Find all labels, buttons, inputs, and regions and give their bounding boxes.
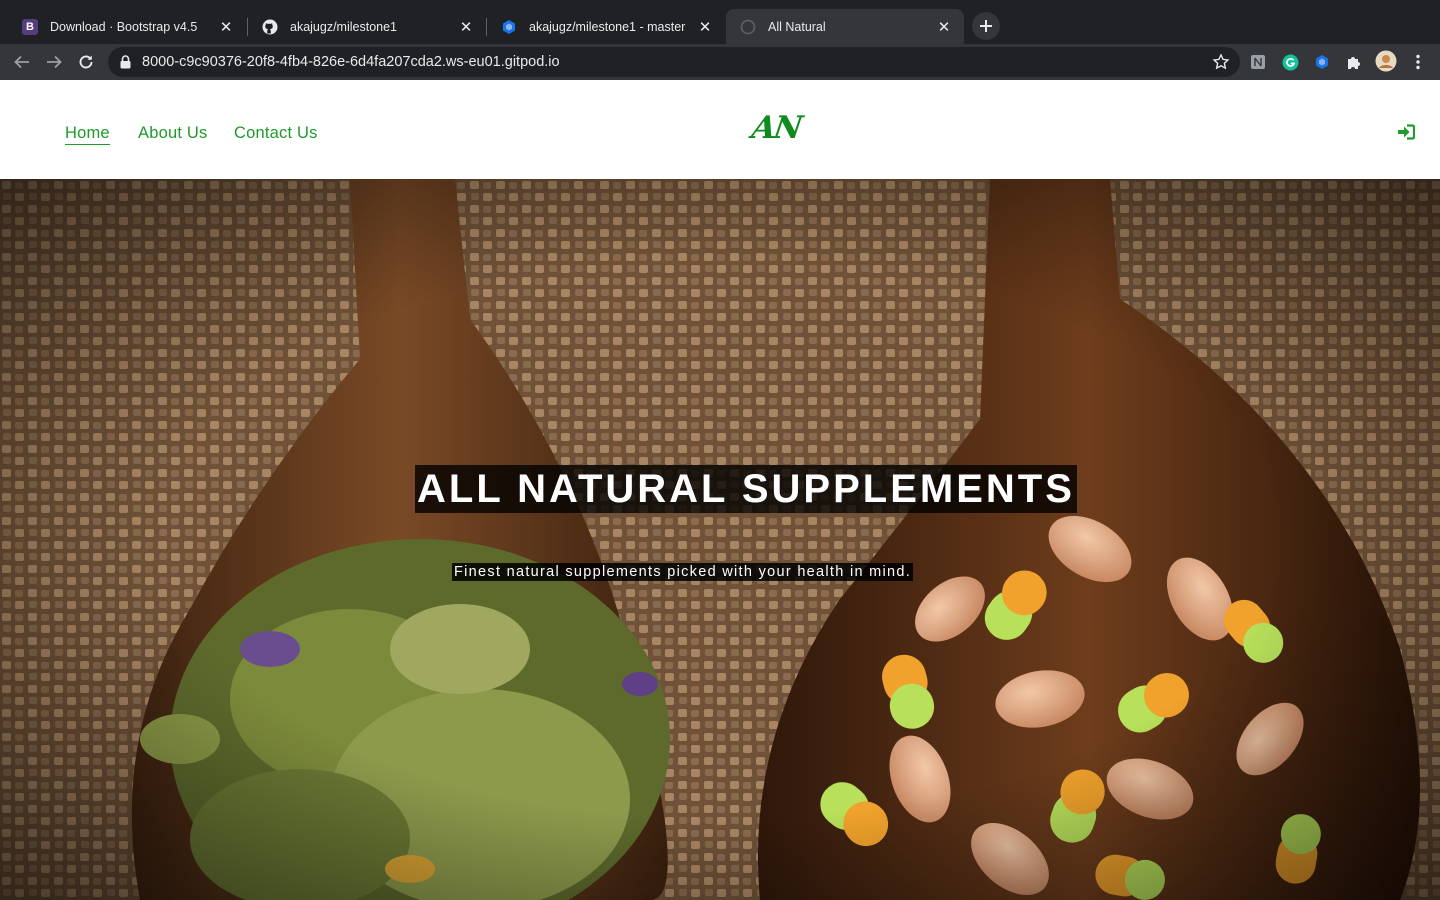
extensions-puzzle-icon[interactable] [1345, 53, 1363, 71]
gitpod-icon [501, 19, 517, 35]
kebab-menu-icon [1416, 54, 1420, 70]
hero-section: ALL NATURAL SUPPLEMENTS Finest natural s… [0, 179, 1440, 900]
profile-avatar[interactable] [1375, 50, 1397, 72]
arrow-right-icon [47, 55, 62, 69]
nav-link-about-us[interactable]: About Us [138, 124, 207, 143]
hero-subtitle: Finest natural supplements picked with y… [452, 563, 914, 581]
forward-button[interactable] [42, 50, 66, 74]
tab-all-natural[interactable]: All Natural ✕ [726, 9, 964, 44]
tab-title: Download · Bootstrap v4.5 [50, 19, 198, 34]
back-button[interactable] [10, 50, 34, 74]
tab-github[interactable]: akajugz/milestone1 ✕ [248, 9, 486, 44]
site-logo[interactable]: AN [749, 110, 802, 146]
web-page: Home About Us Contact Us AN ALL NATURAL … [0, 80, 1440, 900]
reload-icon [79, 55, 93, 69]
hero-title: ALL NATURAL SUPPLEMENTS [415, 465, 1077, 513]
tab-title: akajugz/milestone1 [290, 19, 398, 34]
sign-in-button[interactable] [1397, 124, 1416, 145]
bookmark-star-icon [1212, 53, 1230, 70]
hero-background-image [0, 179, 1440, 900]
close-icon[interactable]: ✕ [218, 19, 234, 36]
new-tab-button[interactable] [972, 12, 1000, 40]
close-icon[interactable]: ✕ [697, 19, 713, 36]
notion-extension-icon[interactable] [1249, 53, 1267, 71]
bootstrap-icon: B [22, 18, 38, 35]
nav-link-contact-us[interactable]: Contact Us [234, 124, 318, 143]
gitpod-extension-icon[interactable] [1313, 53, 1331, 71]
github-icon [262, 19, 278, 35]
address-bar[interactable]: 8000-c9c90376-20f8-4fb4-826e-6d4fa207cda… [108, 47, 1240, 77]
arrow-left-icon [14, 55, 29, 69]
tab-bootstrap[interactable]: B Download · Bootstrap v4.5 ✕ [8, 9, 246, 44]
browser-tab-strip: B Download · Bootstrap v4.5 ✕ akajugz/mi… [0, 0, 1440, 44]
site-navbar: Home About Us Contact Us AN [0, 80, 1440, 179]
tab-gitpod[interactable]: akajugz/milestone1 - master ✕ [487, 9, 725, 44]
close-icon[interactable]: ✕ [458, 19, 474, 36]
browser-menu-button[interactable] [1409, 53, 1427, 71]
globe-icon [740, 19, 756, 35]
tab-title: All Natural [768, 19, 826, 34]
browser-toolbar: 8000-c9c90376-20f8-4fb4-826e-6d4fa207cda… [0, 44, 1440, 80]
close-icon[interactable]: ✕ [936, 19, 952, 36]
nav-link-home[interactable]: Home [65, 124, 110, 145]
sign-in-icon [1398, 124, 1416, 140]
plus-icon [980, 20, 992, 32]
lock-icon [120, 55, 131, 69]
grammarly-extension-icon[interactable] [1281, 53, 1299, 71]
reload-button[interactable] [74, 50, 98, 74]
tab-title: akajugz/milestone1 - master [529, 19, 686, 34]
url-text[interactable]: 8000-c9c90376-20f8-4fb4-826e-6d4fa207cda… [142, 54, 560, 70]
